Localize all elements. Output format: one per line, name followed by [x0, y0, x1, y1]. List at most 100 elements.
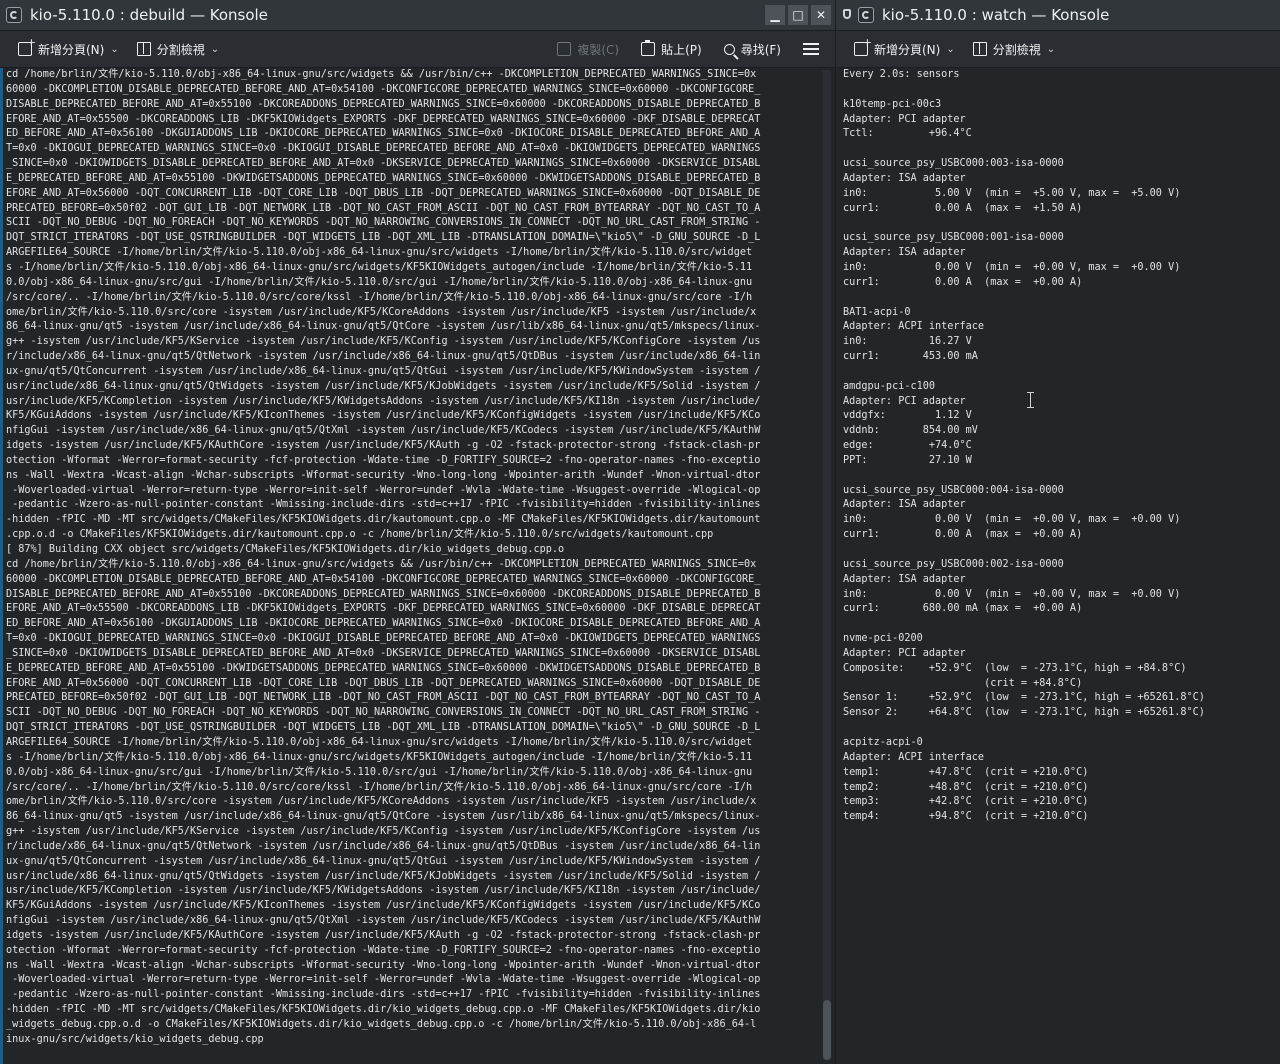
- terminal-line: .cpp.o.d -o CMakeFiles/KF5KIOWidgets.dir…: [6, 529, 714, 541]
- pin-icon[interactable]: [842, 8, 854, 22]
- hamburger-menu-icon[interactable]: [803, 43, 819, 55]
- terminal-line: temp1: +47.8°C (crit = +210.0°C): [843, 766, 1089, 778]
- terminal-line: edge: +74.0°C: [843, 440, 972, 452]
- terminal-line: E_DEPRECATED_BEFORE_AND_AT=0x55100 -DKWI…: [6, 662, 761, 674]
- terminal-line: DQT_STRICT_ITERATORS -DQT_USE_QSTRINGBUI…: [6, 232, 761, 244]
- terminal-line: usr/include/x86_64-linux-gnu/qt5/QtWidge…: [6, 870, 761, 882]
- split-view-icon: [972, 42, 987, 56]
- terminal-line: PPT: 27.10 W: [843, 454, 972, 466]
- terminal-line: _SINCE=0x0 -DKIOWIDGETS_DISABLE_DEPRECAT…: [6, 647, 761, 659]
- terminal-line: ux-gnu/qt5/QtConcurrent -isystem /usr/in…: [6, 365, 761, 377]
- terminal-line: Sensor 1: +52.9°C (low = -273.1°C, high …: [843, 692, 1205, 704]
- terminal-line: Adapter: PCI adapter: [843, 113, 966, 125]
- terminal-line: usr/include/x86_64-linux-gnu/qt5/QtWidge…: [6, 380, 761, 392]
- terminal-line: Adapter: ISA adapter: [843, 172, 966, 184]
- terminal-line: usr/include/KF5/KCompletion -isystem /us…: [6, 395, 761, 407]
- text-cursor-icon: [1027, 392, 1034, 408]
- terminal-line: Adapter: ACPI interface: [843, 751, 985, 763]
- terminal-line: otection -Wformat -Werror=format-securit…: [6, 454, 761, 466]
- copy-label: 複製(C): [577, 42, 620, 57]
- maximize-button[interactable]: □: [788, 5, 808, 25]
- close-button[interactable]: ✕: [811, 5, 831, 25]
- terminal-line: ARGEFILE64_SOURCE -I/home/brlin/文件/kio-5…: [6, 736, 753, 748]
- terminal-line: Composite: +52.9°C (low = -273.1°C, high…: [843, 662, 1187, 674]
- terminal-line: SCII -DQT_NO_DEBUG -DQT_NO_FOREACH -DQT_…: [6, 217, 761, 229]
- terminal-line: vddnb: 854.00 mV: [843, 425, 978, 437]
- terminal-line: idgets -isystem /usr/include/KF5/KAuthCo…: [6, 929, 761, 941]
- terminal-line: /src/core/.. -I/home/brlin/文件/kio-5.110.…: [6, 781, 753, 793]
- search-icon: [723, 43, 735, 55]
- terminal-line: DISABLE_DEPRECATED_BEFORE_AND_AT=0x55100…: [6, 588, 761, 600]
- terminal-line: temp3: +42.8°C (crit = +210.0°C): [843, 796, 1089, 808]
- terminal-line: DISABLE_DEPRECATED_BEFORE_AND_AT=0x55100…: [6, 98, 761, 110]
- chevron-down-icon: ⌄: [210, 43, 220, 55]
- terminal-line: temp2: +48.8°C (crit = +210.0°C): [843, 781, 1089, 793]
- terminal-output[interactable]: cd /home/brlin/文件/kio-5.110.0/obj-x86_64…: [6, 68, 821, 1064]
- terminal-line: Adapter: ISA adapter: [843, 573, 966, 585]
- terminal-line: PRECATED_BEFORE=0x50f02 -DQT_GUI_LIB -DQ…: [6, 202, 761, 214]
- scrollbar-thumb[interactable]: [823, 1000, 831, 1060]
- right-titlebar[interactable]: kio-5.110.0 : watch — Konsole: [836, 0, 1280, 31]
- scrollbar[interactable]: [823, 70, 831, 1060]
- konsole-app-icon[interactable]: [6, 7, 22, 23]
- terminal-line: in0: 16.27 V: [843, 336, 972, 348]
- terminal-line: in0: 0.00 V (min = +0.00 V, max = +0.00 …: [843, 514, 1181, 526]
- terminal-line: temp4: +94.8°C (crit = +210.0°C): [843, 811, 1089, 823]
- terminal-line: -hidden -fPIC -MD -MT src/widgets/CMakeF…: [6, 514, 761, 526]
- terminal-line: g++ -isystem /usr/include/KF5/KService -…: [6, 826, 761, 838]
- terminal-line: [ 87%] Building CXX object src/widgets/C…: [6, 544, 565, 555]
- minimize-button[interactable]: ▁: [765, 5, 785, 25]
- split-view-label: 分割檢視: [992, 42, 1041, 57]
- terminal-line: r/include/x86_64-linux-gnu/qt5/QtNetwork…: [6, 840, 761, 852]
- terminal-line: _widgets_debug.cpp.o.d -o CMakeFiles/KF5…: [6, 1019, 757, 1030]
- left-titlebar[interactable]: kio-5.110.0 : debuild — Konsole ▁ □ ✕: [0, 0, 835, 31]
- terminal-line: T=0x0 -DKIOGUI_DEPRECATED_WARNINGS_SINCE…: [6, 143, 761, 155]
- terminal-line: BAT1-acpi-0: [843, 306, 911, 318]
- terminal-line: DQT_STRICT_ITERATORS -DQT_USE_QSTRINGBUI…: [6, 722, 761, 734]
- terminal-line: 86_64-linux-gnu/qt5 -isystem /usr/includ…: [6, 811, 761, 823]
- new-tab-button[interactable]: 新增分頁(N) ⌄: [854, 36, 955, 58]
- window-controls: ▁ □ ✕: [765, 5, 831, 25]
- new-tab-icon: [18, 36, 36, 56]
- left-toolbar: 新增分頁(N) ⌄ 分割檢視 ⌄ 複製(C) 貼上(P) 尋找(F): [0, 31, 835, 68]
- terminal-line: nfigGui -isystem /usr/include/x86_64-lin…: [6, 425, 761, 437]
- terminal-line: curr1: 680.00 mA (max = +0.00 A): [843, 603, 1083, 615]
- paste-button[interactable]: 貼上(P): [641, 40, 702, 58]
- split-view-button[interactable]: 分割檢視 ⌄: [972, 41, 1055, 58]
- find-label: 尋找(F): [740, 42, 781, 57]
- terminal-line: ome/brlin/文件/kio-5.110.0/src/core -isyst…: [6, 796, 757, 808]
- terminal-line: Every 2.0s: sensors: [843, 69, 960, 80]
- terminal-line: ARGEFILE64_SOURCE -I/home/brlin/文件/kio-5…: [6, 247, 753, 259]
- new-tab-button[interactable]: 新增分頁(N) ⌄: [18, 36, 119, 58]
- terminal-line: curr1: 0.00 A (max = +1.50 A): [843, 202, 1083, 214]
- terminal-line: r/include/x86_64-linux-gnu/qt5/QtNetwork…: [6, 351, 761, 363]
- find-button[interactable]: 尋找(F): [723, 41, 781, 58]
- chevron-down-icon: ⌄: [110, 43, 119, 55]
- terminal-line: Sensor 2: +64.8°C (low = -273.1°C, high …: [843, 707, 1205, 719]
- terminal-line: curr1: 0.00 A (max = +0.00 A): [843, 529, 1083, 541]
- terminal-line: Adapter: ACPI interface: [843, 321, 985, 333]
- copy-button[interactable]: 複製(C): [557, 41, 619, 58]
- terminal-line: nfigGui -isystem /usr/include/x86_64-lin…: [6, 915, 761, 927]
- terminal-line: E_DEPRECATED_BEFORE_AND_AT=0x55100 -DKWI…: [6, 172, 761, 184]
- terminal-line: EFORE_AND_AT=0x56000 -DQT_CONCURRENT_LIB…: [6, 187, 761, 199]
- terminal-line: PRECATED_BEFORE=0x50f02 -DQT_GUI_LIB -DQ…: [6, 692, 761, 704]
- terminal-line: 60000 -DKCOMPLETION_DISABLE_DEPRECATED_B…: [6, 573, 761, 585]
- konsole-app-icon[interactable]: [858, 7, 874, 23]
- terminal-line: ns -Wall -Wextra -Wcast-align -Wchar-sub…: [6, 959, 761, 971]
- terminal-line: T=0x0 -DKIOGUI_DEPRECATED_WARNINGS_SINCE…: [6, 633, 761, 645]
- terminal-line: SCII -DQT_NO_DEBUG -DQT_NO_FOREACH -DQT_…: [6, 707, 761, 719]
- copy-icon: [557, 42, 572, 56]
- terminal-line: Adapter: ISA adapter: [843, 247, 966, 259]
- split-view-button[interactable]: 分割檢視 ⌄: [136, 41, 220, 58]
- terminal-line: in0: 0.00 V (min = +0.00 V, max = +0.00 …: [843, 261, 1181, 273]
- terminal-line: Adapter: ISA adapter: [843, 499, 966, 511]
- sensors-output[interactable]: Every 2.0s: sensors k10temp-pci-00c3 Adap…: [843, 68, 1276, 1064]
- terminal-line: EFORE_AND_AT=0x56000 -DQT_CONCURRENT_LIB…: [6, 677, 761, 689]
- chevron-down-icon: ⌄: [946, 43, 955, 55]
- terminal-line: ucsi_source_psy_USBC000:003-isa-0000: [843, 158, 1064, 170]
